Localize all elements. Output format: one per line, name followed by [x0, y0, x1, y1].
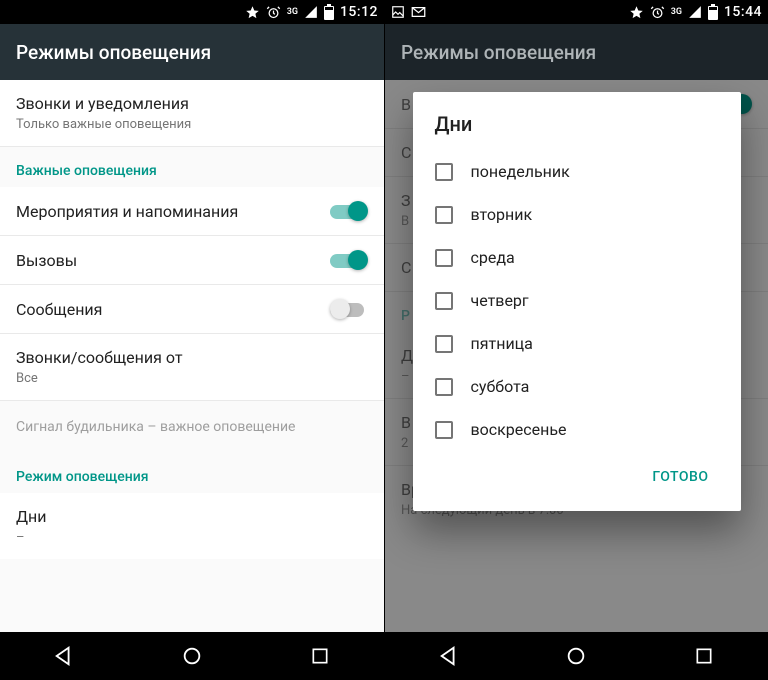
day-label: пятница: [471, 334, 533, 353]
section-priority: Важные оповещения: [0, 147, 384, 187]
checkbox-icon[interactable]: [435, 421, 453, 439]
day-checkbox-row[interactable]: понедельник: [435, 150, 719, 193]
settings-list-dimmed: В С ЗВ С Р Д– В2 Время окончанияНа следу…: [385, 80, 768, 632]
day-checkbox-row[interactable]: вторник: [435, 193, 719, 236]
row-title: Сообщения: [16, 300, 102, 319]
navigation-bar: [0, 632, 384, 680]
status-bar: 3G 15:12: [0, 0, 384, 24]
row-calls-notifications[interactable]: Звонки и уведомления Только важные опове…: [0, 80, 384, 147]
checkbox-icon[interactable]: [435, 335, 453, 353]
row-days[interactable]: Дни –: [0, 493, 384, 559]
gmail-icon: [411, 6, 426, 18]
nav-back-button[interactable]: [421, 632, 477, 680]
nav-home-button[interactable]: [164, 632, 220, 680]
phone-left: 3G 15:12 Режимы оповещения Звонки и увед…: [0, 0, 384, 680]
image-icon: [391, 5, 405, 19]
row-events-reminders[interactable]: Мероприятия и напоминания: [0, 187, 384, 236]
battery-icon: [324, 4, 334, 20]
row-title: Мероприятия и напоминания: [16, 202, 238, 221]
row-calls[interactable]: Вызовы: [0, 236, 384, 285]
settings-list: Звонки и уведомления Только важные опове…: [0, 80, 384, 632]
row-title: Звонки и уведомления: [16, 94, 191, 113]
day-label: вторник: [471, 205, 533, 224]
alarm-icon: [650, 5, 665, 20]
day-label: понедельник: [471, 162, 570, 181]
network-3g-icon: 3G: [287, 7, 298, 17]
day-label: среда: [471, 248, 515, 267]
network-3g-icon: 3G: [671, 7, 682, 17]
app-bar-title: Режимы оповещения: [16, 41, 211, 64]
phone-right: 3G 15:44 Режимы оповещения В С ЗВ С Р Д–…: [384, 0, 768, 680]
day-checkbox-row[interactable]: четверг: [435, 279, 719, 322]
app-bar-title: Режимы оповещения: [401, 41, 596, 64]
nav-recent-button[interactable]: [676, 632, 732, 680]
checkbox-icon[interactable]: [435, 292, 453, 310]
row-subtitle: Все: [16, 371, 183, 386]
day-checkbox-row[interactable]: воскресенье: [435, 408, 719, 451]
section-mode: Режим оповещения: [0, 453, 384, 493]
app-bar: Режимы оповещения: [385, 24, 768, 80]
row-from[interactable]: Звонки/сообщения от Все: [0, 334, 384, 401]
signal-icon: [304, 5, 318, 19]
nav-back-button[interactable]: [36, 632, 92, 680]
nav-home-button[interactable]: [548, 632, 604, 680]
battery-icon: [708, 4, 718, 20]
row-messages[interactable]: Сообщения: [0, 285, 384, 334]
signal-icon: [688, 5, 702, 19]
checkbox-icon[interactable]: [435, 206, 453, 224]
row-title: Звонки/сообщения от: [16, 348, 183, 367]
day-checkbox-row[interactable]: суббота: [435, 365, 719, 408]
hint-alarm: Сигнал будильника – важное оповещение: [0, 401, 384, 453]
app-bar: Режимы оповещения: [0, 24, 384, 80]
row-title: Вызовы: [16, 251, 77, 270]
status-clock: 15:12: [340, 4, 378, 20]
day-label: четверг: [471, 291, 529, 310]
star-icon: [245, 5, 260, 20]
status-bar: 3G 15:44: [385, 0, 768, 24]
checkbox-icon[interactable]: [435, 249, 453, 267]
dialog-scrim[interactable]: Дни понедельник вторник среда четверг: [385, 80, 768, 632]
row-subtitle: Только важные оповещения: [16, 117, 191, 132]
day-label: суббота: [471, 377, 530, 396]
checkbox-icon[interactable]: [435, 378, 453, 396]
row-subtitle: –: [16, 530, 47, 545]
day-checkbox-row[interactable]: пятница: [435, 322, 719, 365]
checkbox-icon[interactable]: [435, 163, 453, 181]
day-checkbox-row[interactable]: среда: [435, 236, 719, 279]
navigation-bar: [385, 632, 768, 680]
nav-recent-button[interactable]: [292, 632, 348, 680]
done-button[interactable]: ГОТОВО: [642, 461, 718, 493]
row-title: Дни: [16, 507, 47, 526]
day-label: воскресенье: [471, 420, 567, 439]
switch-calls[interactable]: [330, 250, 368, 270]
switch-messages[interactable]: [330, 299, 368, 319]
star-icon: [629, 5, 644, 20]
switch-events[interactable]: [330, 201, 368, 221]
alarm-icon: [266, 5, 281, 20]
dialog-title: Дни: [435, 112, 719, 136]
days-dialog: Дни понедельник вторник среда четверг: [413, 92, 741, 511]
status-clock: 15:44: [724, 4, 762, 20]
